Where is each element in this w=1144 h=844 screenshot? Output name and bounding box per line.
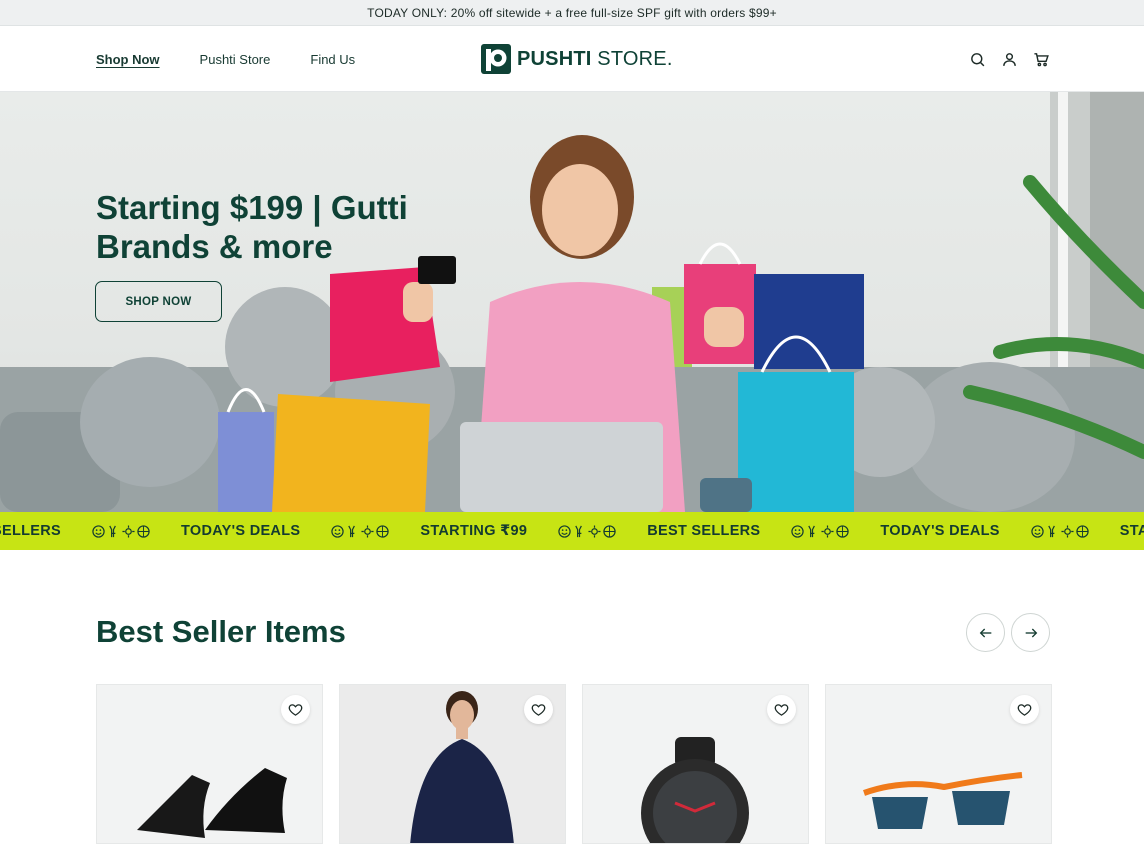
search-icon[interactable] bbox=[968, 50, 986, 68]
emoji-group-icon bbox=[558, 524, 616, 538]
hero-shop-now-button[interactable]: SHOP NOW bbox=[95, 281, 222, 322]
carousel-next-button[interactable] bbox=[1011, 613, 1050, 652]
marquee-item: TODAY'S DEALS bbox=[880, 523, 1000, 539]
product-card[interactable] bbox=[96, 684, 323, 844]
product-image-sunglasses bbox=[863, 772, 1023, 829]
product-card[interactable] bbox=[825, 684, 1052, 844]
logo-text: PUSHTI STORE. bbox=[517, 47, 673, 70]
nav-pushti-store[interactable]: Pushti Store bbox=[200, 52, 271, 67]
carousel-controls bbox=[966, 613, 1050, 652]
announcement-bar: TODAY ONLY: 20% off sitewide + a free fu… bbox=[0, 0, 1144, 26]
marquee-track: SELLERS TODAY'S DEALS STARTING ₹99 BEST … bbox=[0, 512, 1144, 550]
logo-mark-icon bbox=[481, 44, 511, 74]
promo-marquee: SELLERS TODAY'S DEALS STARTING ₹99 BEST … bbox=[0, 512, 1144, 550]
site-header: Shop Now Pushti Store Find Us PUSHTI STO… bbox=[0, 26, 1144, 92]
hero-banner: Starting $199 | Gutti Brands & more SHOP… bbox=[0, 92, 1144, 512]
product-card[interactable] bbox=[339, 684, 566, 844]
product-carousel bbox=[96, 684, 1052, 844]
marquee-item: STARTING ₹99 bbox=[420, 523, 528, 539]
marquee-item: BEST SELLERS bbox=[647, 523, 761, 539]
section-title: Best Seller Items bbox=[96, 614, 346, 649]
marquee-item: STARTIN bbox=[1119, 523, 1144, 539]
product-image-sneakers bbox=[137, 768, 287, 838]
product-image-smartwatch bbox=[641, 737, 749, 843]
product-card[interactable] bbox=[582, 684, 809, 844]
header-actions bbox=[968, 26, 1050, 92]
arrow-left-icon bbox=[979, 628, 991, 637]
nav-find-us[interactable]: Find Us bbox=[310, 52, 355, 67]
product-image-sweater-model bbox=[410, 691, 514, 843]
emoji-group-icon bbox=[331, 524, 390, 538]
user-icon[interactable] bbox=[1000, 50, 1018, 68]
carousel-prev-button[interactable] bbox=[966, 613, 1005, 652]
marquee-item: TODAY'S DEALS bbox=[180, 523, 301, 539]
arrow-right-icon bbox=[1025, 628, 1037, 637]
emoji-group-icon bbox=[1031, 524, 1089, 538]
hero-title: Starting $199 | Gutti Brands & more bbox=[96, 189, 408, 265]
marquee-item: SELLERS bbox=[0, 523, 61, 539]
site-logo[interactable]: PUSHTI STORE. bbox=[481, 43, 673, 75]
cart-icon[interactable] bbox=[1032, 50, 1050, 68]
announcement-text: TODAY ONLY: 20% off sitewide + a free fu… bbox=[367, 5, 777, 20]
emoji-group-icon bbox=[791, 524, 850, 538]
emoji-group-icon bbox=[92, 524, 150, 538]
nav-shop-now[interactable]: Shop Now bbox=[96, 52, 160, 67]
main-nav: Shop Now Pushti Store Find Us bbox=[96, 26, 355, 92]
